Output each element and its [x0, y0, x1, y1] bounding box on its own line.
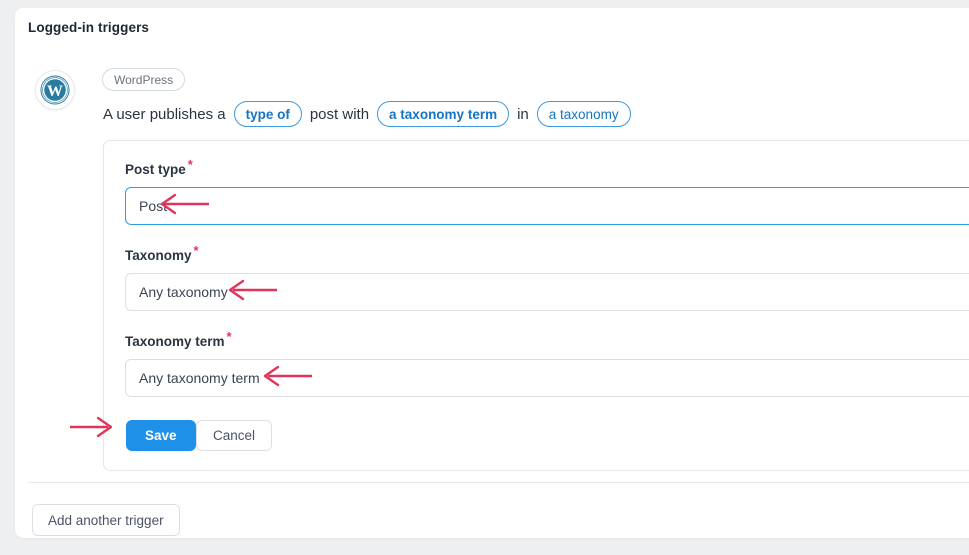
taxonomy-input[interactable]: Any taxonomy — [125, 273, 969, 311]
page-title: Logged-in triggers — [28, 20, 150, 35]
token-taxonomy[interactable]: a taxonomy — [536, 101, 631, 127]
taxonomy-term-input[interactable]: Any taxonomy term — [125, 359, 969, 397]
sentence-part-1: A user publishes a — [103, 105, 226, 123]
sentence-part-2: post with — [309, 105, 370, 123]
token-taxonomy-term[interactable]: a taxonomy term — [377, 101, 510, 127]
footer-divider — [28, 482, 969, 483]
integration-badge-label: WordPress — [114, 72, 174, 87]
required-asterisk: * — [193, 242, 199, 258]
post-type-input[interactable]: Post — [125, 187, 969, 225]
cancel-button[interactable]: Cancel — [196, 420, 273, 451]
required-asterisk: * — [187, 156, 193, 172]
trigger-settings-panel: Post type * Post Taxonomy * Any taxonomy T… — [103, 140, 969, 471]
add-another-trigger-label: Add another trigger — [48, 512, 164, 528]
taxonomy-value: Any taxonomy — [139, 284, 228, 300]
save-button[interactable]: Save — [126, 420, 196, 451]
logged-in-triggers-card: Logged-in triggers W WordPress A user pu… — [15, 8, 969, 538]
taxonomy-label: Taxonomy * — [125, 242, 199, 264]
sentence-part-3: in — [517, 105, 529, 123]
integration-badge: WordPress — [102, 68, 186, 91]
add-another-trigger-button[interactable]: Add another trigger — [32, 504, 180, 536]
trigger-sentence: A user publishes a type of post with a t… — [103, 101, 635, 127]
post-type-value: Post — [139, 198, 168, 214]
required-asterisk: * — [226, 328, 232, 344]
taxonomy-term-value: Any taxonomy term — [139, 370, 260, 386]
svg-text:W: W — [47, 83, 63, 100]
taxonomy-term-label: Taxonomy term * — [125, 328, 232, 350]
wordpress-logo-icon: W — [35, 70, 75, 110]
post-type-label: Post type * — [125, 156, 193, 178]
token-post-type[interactable]: type of — [233, 101, 302, 127]
